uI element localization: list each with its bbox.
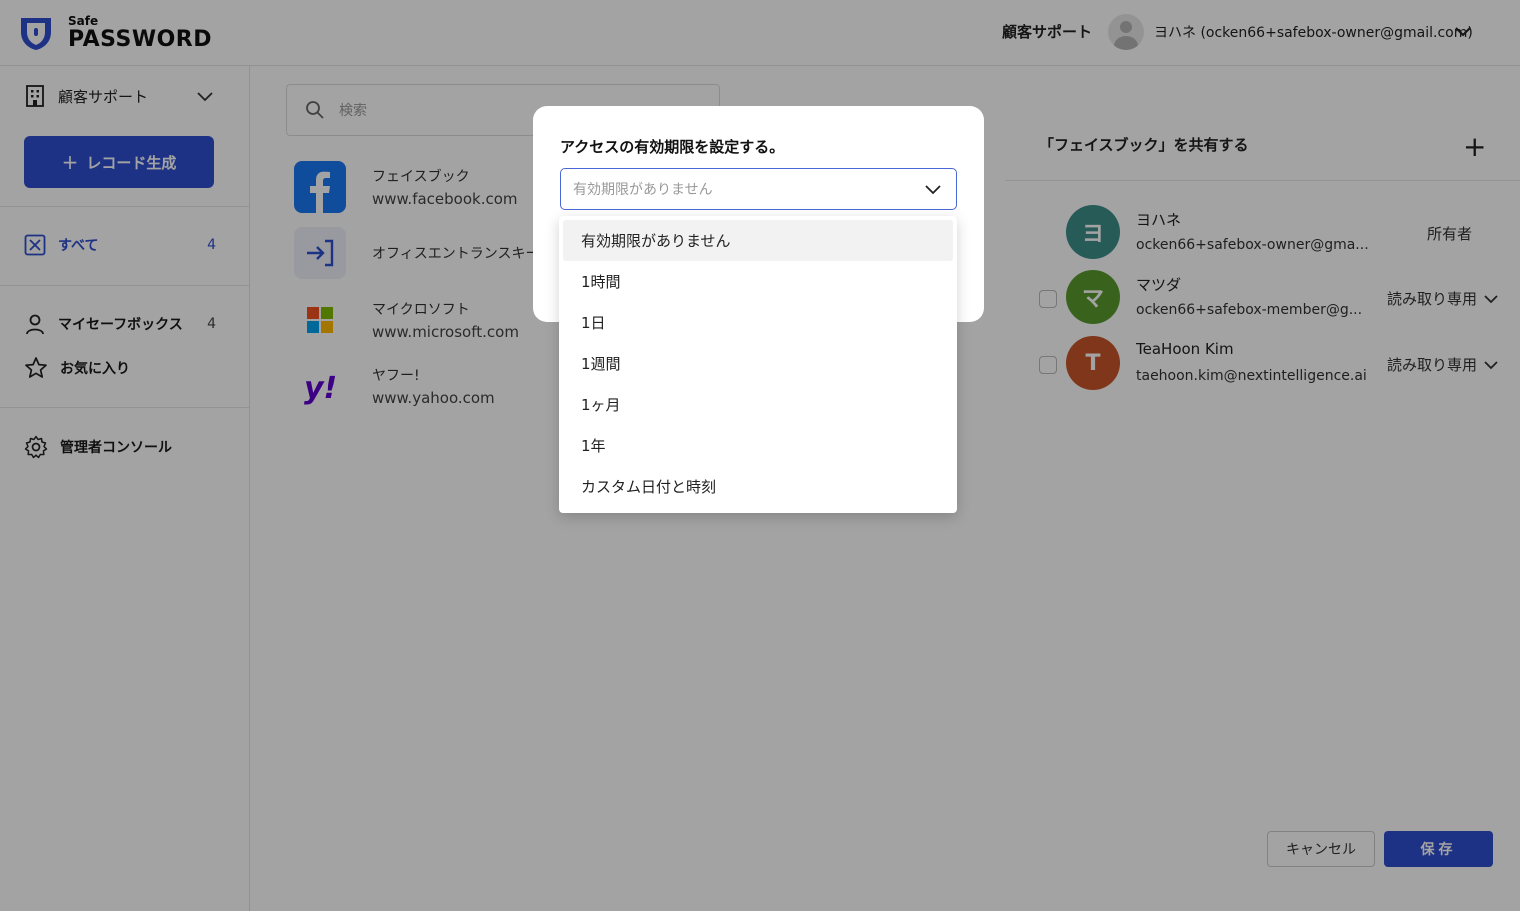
- expiry-option-1-month[interactable]: 1ヶ月: [563, 384, 953, 425]
- expiry-select[interactable]: 有効期限がありません: [560, 168, 957, 210]
- expiry-dropdown-menu: 有効期限がありません 1時間 1日 1週間 1ヶ月 1年 カスタム日付と時刻: [559, 216, 957, 513]
- expiry-option-1-year[interactable]: 1年: [563, 425, 953, 466]
- expiry-option-custom[interactable]: カスタム日付と時刻: [563, 466, 953, 507]
- expiry-option-1-week[interactable]: 1週間: [563, 343, 953, 384]
- expiry-option-1-hour[interactable]: 1時間: [563, 261, 953, 302]
- modal-title: アクセスの有効期限を設定する。: [560, 138, 785, 156]
- expiry-option-none[interactable]: 有効期限がありません: [563, 220, 953, 261]
- expiry-option-1-day[interactable]: 1日: [563, 302, 953, 343]
- chevron-down-icon: [925, 185, 941, 195]
- expiry-select-value: 有効期限がありません: [573, 182, 713, 198]
